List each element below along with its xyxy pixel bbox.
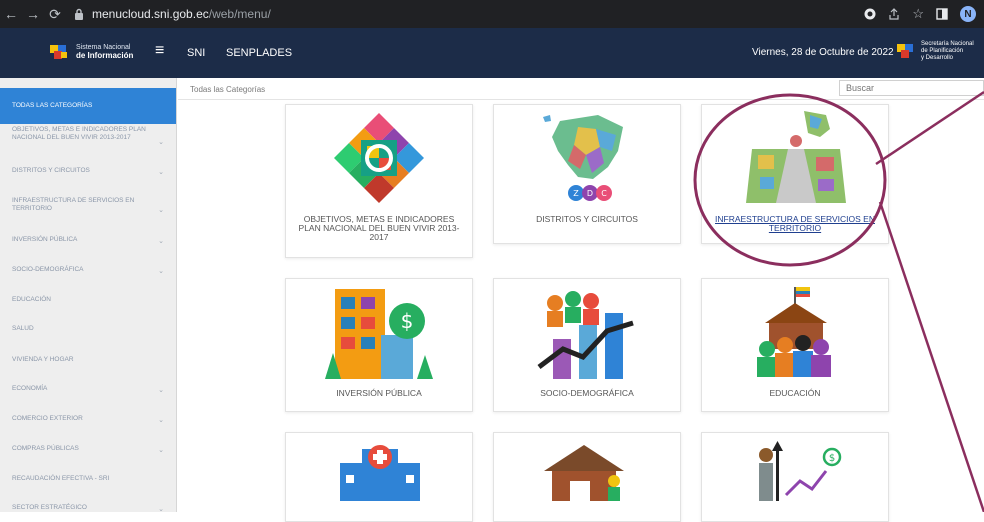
chevron-down-icon: ⌄ bbox=[158, 238, 164, 245]
card-economia[interactable]: $ bbox=[701, 432, 889, 522]
header-date: Viernes, 28 de Octubre de 2022 bbox=[752, 47, 894, 58]
sidebar-item-distritos[interactable]: DISTRITOS Y CIRCUITOS ⌄ bbox=[0, 167, 176, 176]
url-host: menucloud.sni.gob.ec bbox=[92, 7, 209, 21]
territory-infrastructure-icon bbox=[746, 111, 846, 203]
svg-text:$: $ bbox=[401, 309, 414, 333]
sidebar-item-label: DISTRITOS Y CIRCUITOS bbox=[12, 167, 90, 174]
card-salud[interactable] bbox=[285, 432, 473, 522]
logo-line2: de Información bbox=[76, 50, 134, 60]
sidebar-item-label: EDUCACIÓN bbox=[12, 296, 52, 303]
card-distritos[interactable]: Z D C DISTRITOS Y CIRCUITOS bbox=[493, 104, 681, 244]
breadcrumb: Todas las Categorías bbox=[190, 85, 266, 94]
senplades-logo[interactable]: Secretaría Nacional de Planificación y D… bbox=[895, 40, 974, 62]
card-label: DISTRITOS Y CIRCUITOS bbox=[536, 214, 638, 224]
ecuador-districts-map-icon: Z D C bbox=[543, 115, 623, 201]
sidebar-item-label: OBJETIVOS, METAS E INDICADORES PLAN NACI… bbox=[12, 126, 146, 141]
share-icon[interactable] bbox=[888, 8, 900, 20]
socio-demographic-icon bbox=[537, 291, 634, 379]
public-investment-icon: $ bbox=[325, 289, 433, 379]
card-inversion[interactable]: $ INVERSIÓN PÚBLICA bbox=[285, 278, 473, 412]
education-school-icon bbox=[757, 287, 831, 377]
pnbv-mosaic-icon bbox=[334, 113, 424, 203]
sidebar-item-label: SALUD bbox=[12, 325, 34, 332]
card-educacion[interactable]: EDUCACIÓN bbox=[701, 278, 889, 412]
card-label: OBJETIVOS, METAS E INDICADORES PLAN NACI… bbox=[298, 214, 460, 242]
side-panel-icon[interactable] bbox=[936, 8, 948, 20]
sidebar-item-label: SOCIO-DEMOGRÁFICA bbox=[12, 266, 84, 273]
url-path: /web/menu/ bbox=[208, 7, 271, 21]
hamburger-menu-icon[interactable]: ≡ bbox=[155, 42, 164, 60]
sidebar-item-comercio[interactable]: COMERCIO EXTERIOR ⌄ bbox=[0, 415, 176, 424]
right-logo-line3: y Desarrollo bbox=[921, 54, 954, 61]
profile-avatar[interactable]: N bbox=[960, 6, 976, 22]
card-label[interactable]: INFRAESTRUCTURA DE SERVICIOS EN TERRITOR… bbox=[708, 215, 882, 233]
sni-logo[interactable]: Sistema Nacional de Información bbox=[48, 41, 133, 63]
address-bar[interactable]: menucloud.sni.gob.ec/web/menu/ bbox=[74, 7, 271, 21]
sidebar-item-label: INVERSIÓN PÚBLICA bbox=[12, 236, 78, 243]
menu-link-sni[interactable]: SNI bbox=[187, 47, 205, 59]
sidebar-item-compras[interactable]: COMPRAS PÚBLICAS ⌄ bbox=[0, 445, 176, 454]
sidebar-item-label: INFRAESTRUCTURA DE SERVICIOS EN TERRITOR… bbox=[12, 197, 135, 212]
card-label: INVERSIÓN PÚBLICA bbox=[336, 388, 422, 398]
chevron-down-icon: ⌄ bbox=[158, 207, 164, 214]
health-hospital-icon bbox=[340, 445, 420, 501]
economy-growth-icon: $ bbox=[759, 441, 842, 501]
browser-toolbar: ← → ⟳ menucloud.sni.gob.ec/web/menu/ ☆ N bbox=[0, 0, 984, 28]
chevron-down-icon: ⌄ bbox=[158, 268, 164, 275]
chevron-down-icon: ⌄ bbox=[158, 417, 164, 424]
card-vivienda[interactable] bbox=[493, 432, 681, 522]
sidebar-item-label: COMERCIO EXTERIOR bbox=[12, 415, 83, 422]
sidebar-item-label: VIVIENDA Y HOGAR bbox=[12, 356, 74, 363]
sidebar-item-educacion[interactable]: EDUCACIÓN bbox=[0, 296, 176, 304]
svg-text:D: D bbox=[587, 189, 593, 198]
housing-home-icon bbox=[544, 445, 624, 501]
content-divider bbox=[178, 99, 984, 100]
card-label: EDUCACIÓN bbox=[769, 388, 821, 398]
back-arrow-icon[interactable]: ← bbox=[0, 0, 22, 28]
sidebar-item-objetivos[interactable]: OBJETIVOS, METAS E INDICADORES PLAN NACI… bbox=[0, 126, 176, 146]
chevron-down-icon: ⌄ bbox=[158, 506, 164, 513]
star-bookmark-icon[interactable]: ☆ bbox=[912, 6, 924, 22]
sidebar-item-recaudacion[interactable]: RECAUDACIÓN EFECTIVA - SRI bbox=[0, 475, 176, 483]
sni-logo-icon bbox=[50, 45, 67, 59]
sidebar-item-economia[interactable]: ECONOMÍA ⌄ bbox=[0, 385, 176, 394]
reload-icon[interactable]: ⟳ bbox=[44, 0, 66, 28]
svg-text:$: $ bbox=[829, 453, 835, 464]
sidebar-item-infraestructura[interactable]: INFRAESTRUCTURA DE SERVICIOS EN TERRITOR… bbox=[0, 197, 176, 214]
sidebar-item-label: COMPRAS PÚBLICAS bbox=[12, 445, 79, 452]
sidebar-item-inversion[interactable]: INVERSIÓN PÚBLICA ⌄ bbox=[0, 236, 176, 245]
card-objetivos[interactable]: OBJETIVOS, METAS E INDICADORES PLAN NACI… bbox=[285, 104, 473, 258]
sidebar-item-vivienda[interactable]: VIVIENDA Y HOGAR bbox=[0, 356, 176, 364]
lock-icon bbox=[75, 8, 83, 20]
search-input[interactable] bbox=[839, 80, 984, 96]
sidebar-item-label: TODAS LAS CATEGORÍAS bbox=[12, 102, 93, 109]
card-label: SOCIO-DEMOGRÁFICA bbox=[540, 388, 634, 398]
card-infraestructura[interactable]: INFRAESTRUCTURA DE SERVICIOS EN TERRITOR… bbox=[701, 104, 889, 244]
chevron-down-icon: ⌄ bbox=[158, 139, 164, 146]
category-sidebar: TODAS LAS CATEGORÍAS OBJETIVOS, METAS E … bbox=[0, 78, 177, 513]
sidebar-item-label: SECTOR ESTRATÉGICO bbox=[12, 504, 87, 511]
svg-text:Z: Z bbox=[573, 189, 579, 198]
menu-link-senplades[interactable]: SENPLADES bbox=[226, 47, 292, 59]
google-lens-icon[interactable] bbox=[864, 8, 876, 20]
chevron-down-icon: ⌄ bbox=[158, 387, 164, 394]
svg-text:C: C bbox=[601, 189, 607, 198]
forward-arrow-icon[interactable]: → bbox=[22, 0, 44, 28]
sidebar-item-label: RECAUDACIÓN EFECTIVA - SRI bbox=[12, 475, 110, 482]
sidebar-item-sector[interactable]: SECTOR ESTRATÉGICO ⌄ bbox=[0, 504, 176, 513]
card-socio[interactable]: SOCIO-DEMOGRÁFICA bbox=[493, 278, 681, 412]
chevron-down-icon: ⌄ bbox=[158, 169, 164, 176]
sidebar-item-label: ECONOMÍA bbox=[12, 385, 48, 392]
senplades-logo-icon bbox=[897, 44, 913, 58]
sidebar-item-salud[interactable]: SALUD bbox=[0, 325, 176, 333]
right-logo-line2: de Planificación bbox=[921, 47, 964, 54]
site-header: Sistema Nacional de Información ≡ SNI SE… bbox=[0, 28, 984, 78]
right-logo-line1: Secretaría Nacional bbox=[921, 40, 974, 47]
callout-line-lower bbox=[878, 201, 984, 512]
sidebar-item-all[interactable]: TODAS LAS CATEGORÍAS bbox=[0, 88, 176, 124]
chevron-down-icon: ⌄ bbox=[158, 447, 164, 454]
callout-line-upper bbox=[875, 90, 984, 166]
sidebar-item-socio[interactable]: SOCIO-DEMOGRÁFICA ⌄ bbox=[0, 266, 176, 275]
